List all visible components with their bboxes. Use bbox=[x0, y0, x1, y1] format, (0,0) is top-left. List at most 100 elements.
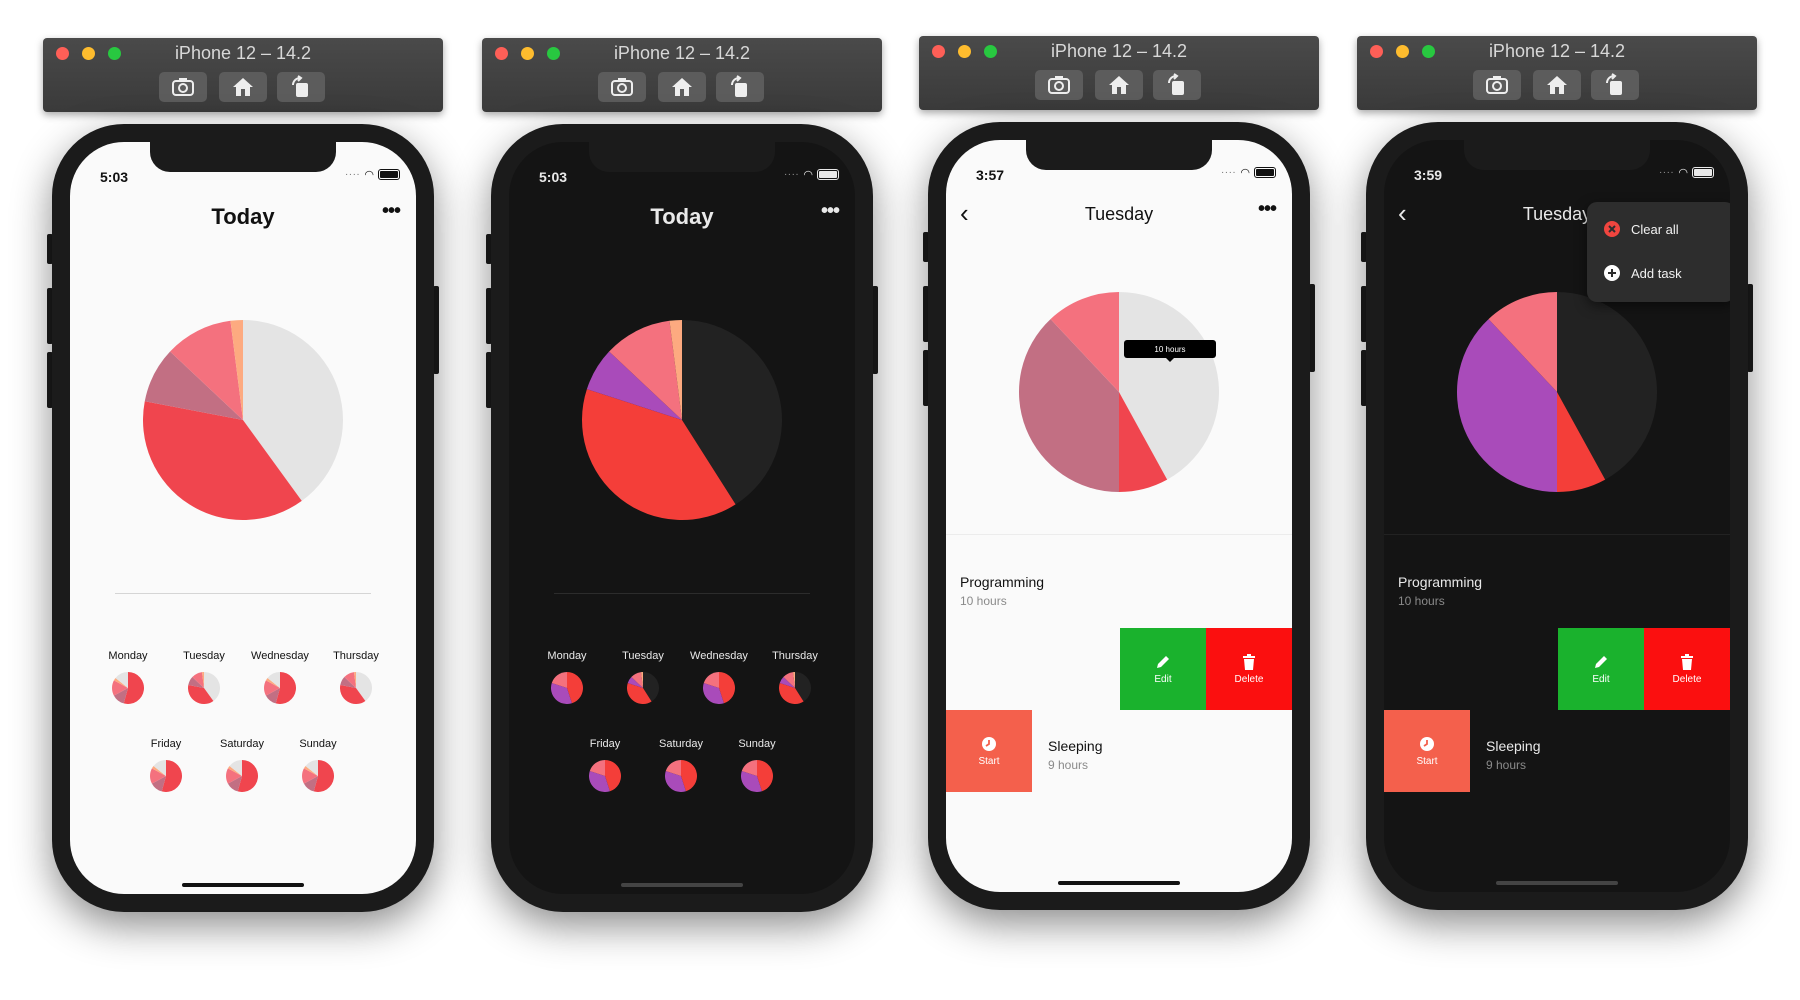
screenshot-button[interactable] bbox=[1035, 70, 1083, 100]
home-icon bbox=[233, 78, 253, 96]
start-label: Start bbox=[1416, 755, 1438, 767]
day-label: Monday bbox=[108, 650, 148, 662]
menu-item-add-task[interactable]: Add task bbox=[1603, 264, 1682, 282]
day-label: Thursday bbox=[333, 650, 379, 662]
notch bbox=[1464, 140, 1650, 170]
delete-label: Delete bbox=[1234, 673, 1264, 685]
day-mini-pie[interactable] bbox=[264, 672, 296, 704]
phone-screen: 5:03 .... ◠ Today ••• Monday Tuesday Wedn… bbox=[70, 142, 416, 894]
day-label: Wednesday bbox=[251, 650, 309, 662]
battery-icon bbox=[1692, 167, 1714, 178]
menu-item-label: Clear all bbox=[1631, 221, 1679, 237]
day-mini-pie[interactable] bbox=[150, 760, 182, 792]
home-button[interactable] bbox=[1095, 70, 1143, 100]
window-title: iPhone 12 – 14.2 bbox=[174, 43, 312, 63]
more-options-icon[interactable]: ••• bbox=[821, 200, 840, 223]
home-indicator bbox=[1496, 881, 1618, 885]
day-mini-pie[interactable] bbox=[779, 672, 811, 704]
rotate-button[interactable] bbox=[1591, 70, 1639, 100]
home-button[interactable] bbox=[219, 72, 267, 102]
day-label: Sunday bbox=[738, 738, 776, 750]
phone-screen: 3:57 .... ◠ ‹ Tuesday ••• 10 hours Progra… bbox=[946, 140, 1292, 892]
day-mini-pie[interactable] bbox=[112, 672, 144, 704]
day-label: Friday bbox=[589, 738, 621, 750]
status-icons: .... ◠ bbox=[345, 167, 400, 181]
day-mini-pie[interactable] bbox=[627, 672, 659, 704]
notch bbox=[150, 142, 336, 172]
day-label: Friday bbox=[150, 738, 182, 750]
edit-button[interactable]: Edit bbox=[1558, 628, 1644, 710]
menu-item-label: Add task bbox=[1631, 265, 1682, 281]
home-button[interactable] bbox=[658, 72, 706, 102]
simulator-toolbar: iPhone 12 – 14.2 bbox=[919, 36, 1319, 110]
window-title: iPhone 12 – 14.2 bbox=[1050, 41, 1188, 61]
day-mini-pie[interactable] bbox=[703, 672, 735, 704]
day-mini-pie[interactable] bbox=[741, 760, 773, 792]
divider bbox=[1384, 534, 1730, 535]
day-pie-chart bbox=[143, 320, 343, 520]
status-icons: .... ◠ bbox=[1659, 165, 1714, 179]
more-options-icon[interactable]: ••• bbox=[1258, 198, 1277, 221]
rotate-icon bbox=[731, 75, 747, 97]
divider bbox=[946, 534, 1292, 535]
wifi-icon: ◠ bbox=[1678, 167, 1688, 179]
phone-screen: 5:03 .... ◠ Today ••• Monday Tuesday Wedn… bbox=[509, 142, 855, 894]
task-name: Programming bbox=[960, 574, 1045, 590]
battery-icon bbox=[1254, 167, 1276, 178]
edit-button[interactable]: Edit bbox=[1120, 628, 1206, 710]
more-options-icon[interactable]: ••• bbox=[382, 200, 401, 223]
simulator-toolbar: iPhone 12 – 14.2 bbox=[43, 38, 443, 112]
status-time: 5:03 bbox=[100, 169, 129, 185]
task-duration: 9 hours bbox=[1048, 758, 1089, 772]
day-pie-chart bbox=[1457, 292, 1657, 492]
add-icon bbox=[1604, 265, 1620, 281]
menu-item-clear-all[interactable]: Clear all bbox=[1603, 220, 1679, 238]
rotate-icon bbox=[1606, 73, 1622, 95]
start-label: Start bbox=[978, 755, 1000, 767]
pencil-icon bbox=[1595, 655, 1607, 668]
rotate-button[interactable] bbox=[1153, 70, 1201, 100]
day-mini-pie[interactable] bbox=[665, 760, 697, 792]
task-name: Programming bbox=[1398, 574, 1483, 590]
day-pie-chart bbox=[582, 320, 782, 520]
battery-icon bbox=[378, 169, 400, 180]
day-mini-pie[interactable] bbox=[188, 672, 220, 704]
delete-button[interactable]: Delete bbox=[1206, 628, 1292, 710]
screenshot-button[interactable] bbox=[1473, 70, 1521, 100]
day-label: Saturday bbox=[219, 738, 265, 750]
day-label: Wednesday bbox=[690, 650, 748, 662]
day-label: Thursday bbox=[772, 650, 818, 662]
delete-button[interactable]: Delete bbox=[1644, 628, 1730, 710]
day-mini-pie[interactable] bbox=[589, 760, 621, 792]
screenshot-button[interactable] bbox=[598, 72, 646, 102]
battery-icon bbox=[817, 169, 839, 180]
status-time: 3:57 bbox=[976, 167, 1005, 183]
options-menu: Clear all Add task bbox=[1587, 202, 1730, 302]
edit-label: Edit bbox=[1154, 673, 1172, 685]
day-mini-pie[interactable] bbox=[226, 760, 258, 792]
screenshot-icon bbox=[172, 78, 194, 96]
rotate-button[interactable] bbox=[716, 72, 764, 102]
edit-label: Edit bbox=[1592, 673, 1610, 685]
trash-icon bbox=[1243, 653, 1255, 670]
home-indicator bbox=[621, 883, 743, 887]
clear-icon bbox=[1604, 221, 1620, 237]
day-mini-pie[interactable] bbox=[551, 672, 583, 704]
window-title: iPhone 12 – 14.2 bbox=[1488, 41, 1626, 61]
wifi-icon: ◠ bbox=[364, 169, 374, 181]
day-mini-pie[interactable] bbox=[340, 672, 372, 704]
start-button[interactable]: Start bbox=[1384, 710, 1470, 792]
day-label: Sunday bbox=[299, 738, 337, 750]
page-title: Today bbox=[211, 204, 275, 229]
screenshot-button[interactable] bbox=[159, 72, 207, 102]
start-button[interactable]: Start bbox=[946, 710, 1032, 792]
divider bbox=[115, 593, 371, 594]
pie-tooltip: 10 hours bbox=[1124, 340, 1216, 362]
rotate-button[interactable] bbox=[277, 72, 325, 102]
wifi-icon: ◠ bbox=[1240, 167, 1250, 179]
phone-frame: 5:03 .... ◠ Today ••• Monday Tuesday Wedn… bbox=[52, 124, 434, 912]
home-button[interactable] bbox=[1533, 70, 1581, 100]
day-mini-pie[interactable] bbox=[302, 760, 334, 792]
status-time: 5:03 bbox=[539, 169, 568, 185]
rotate-icon bbox=[1168, 73, 1184, 95]
